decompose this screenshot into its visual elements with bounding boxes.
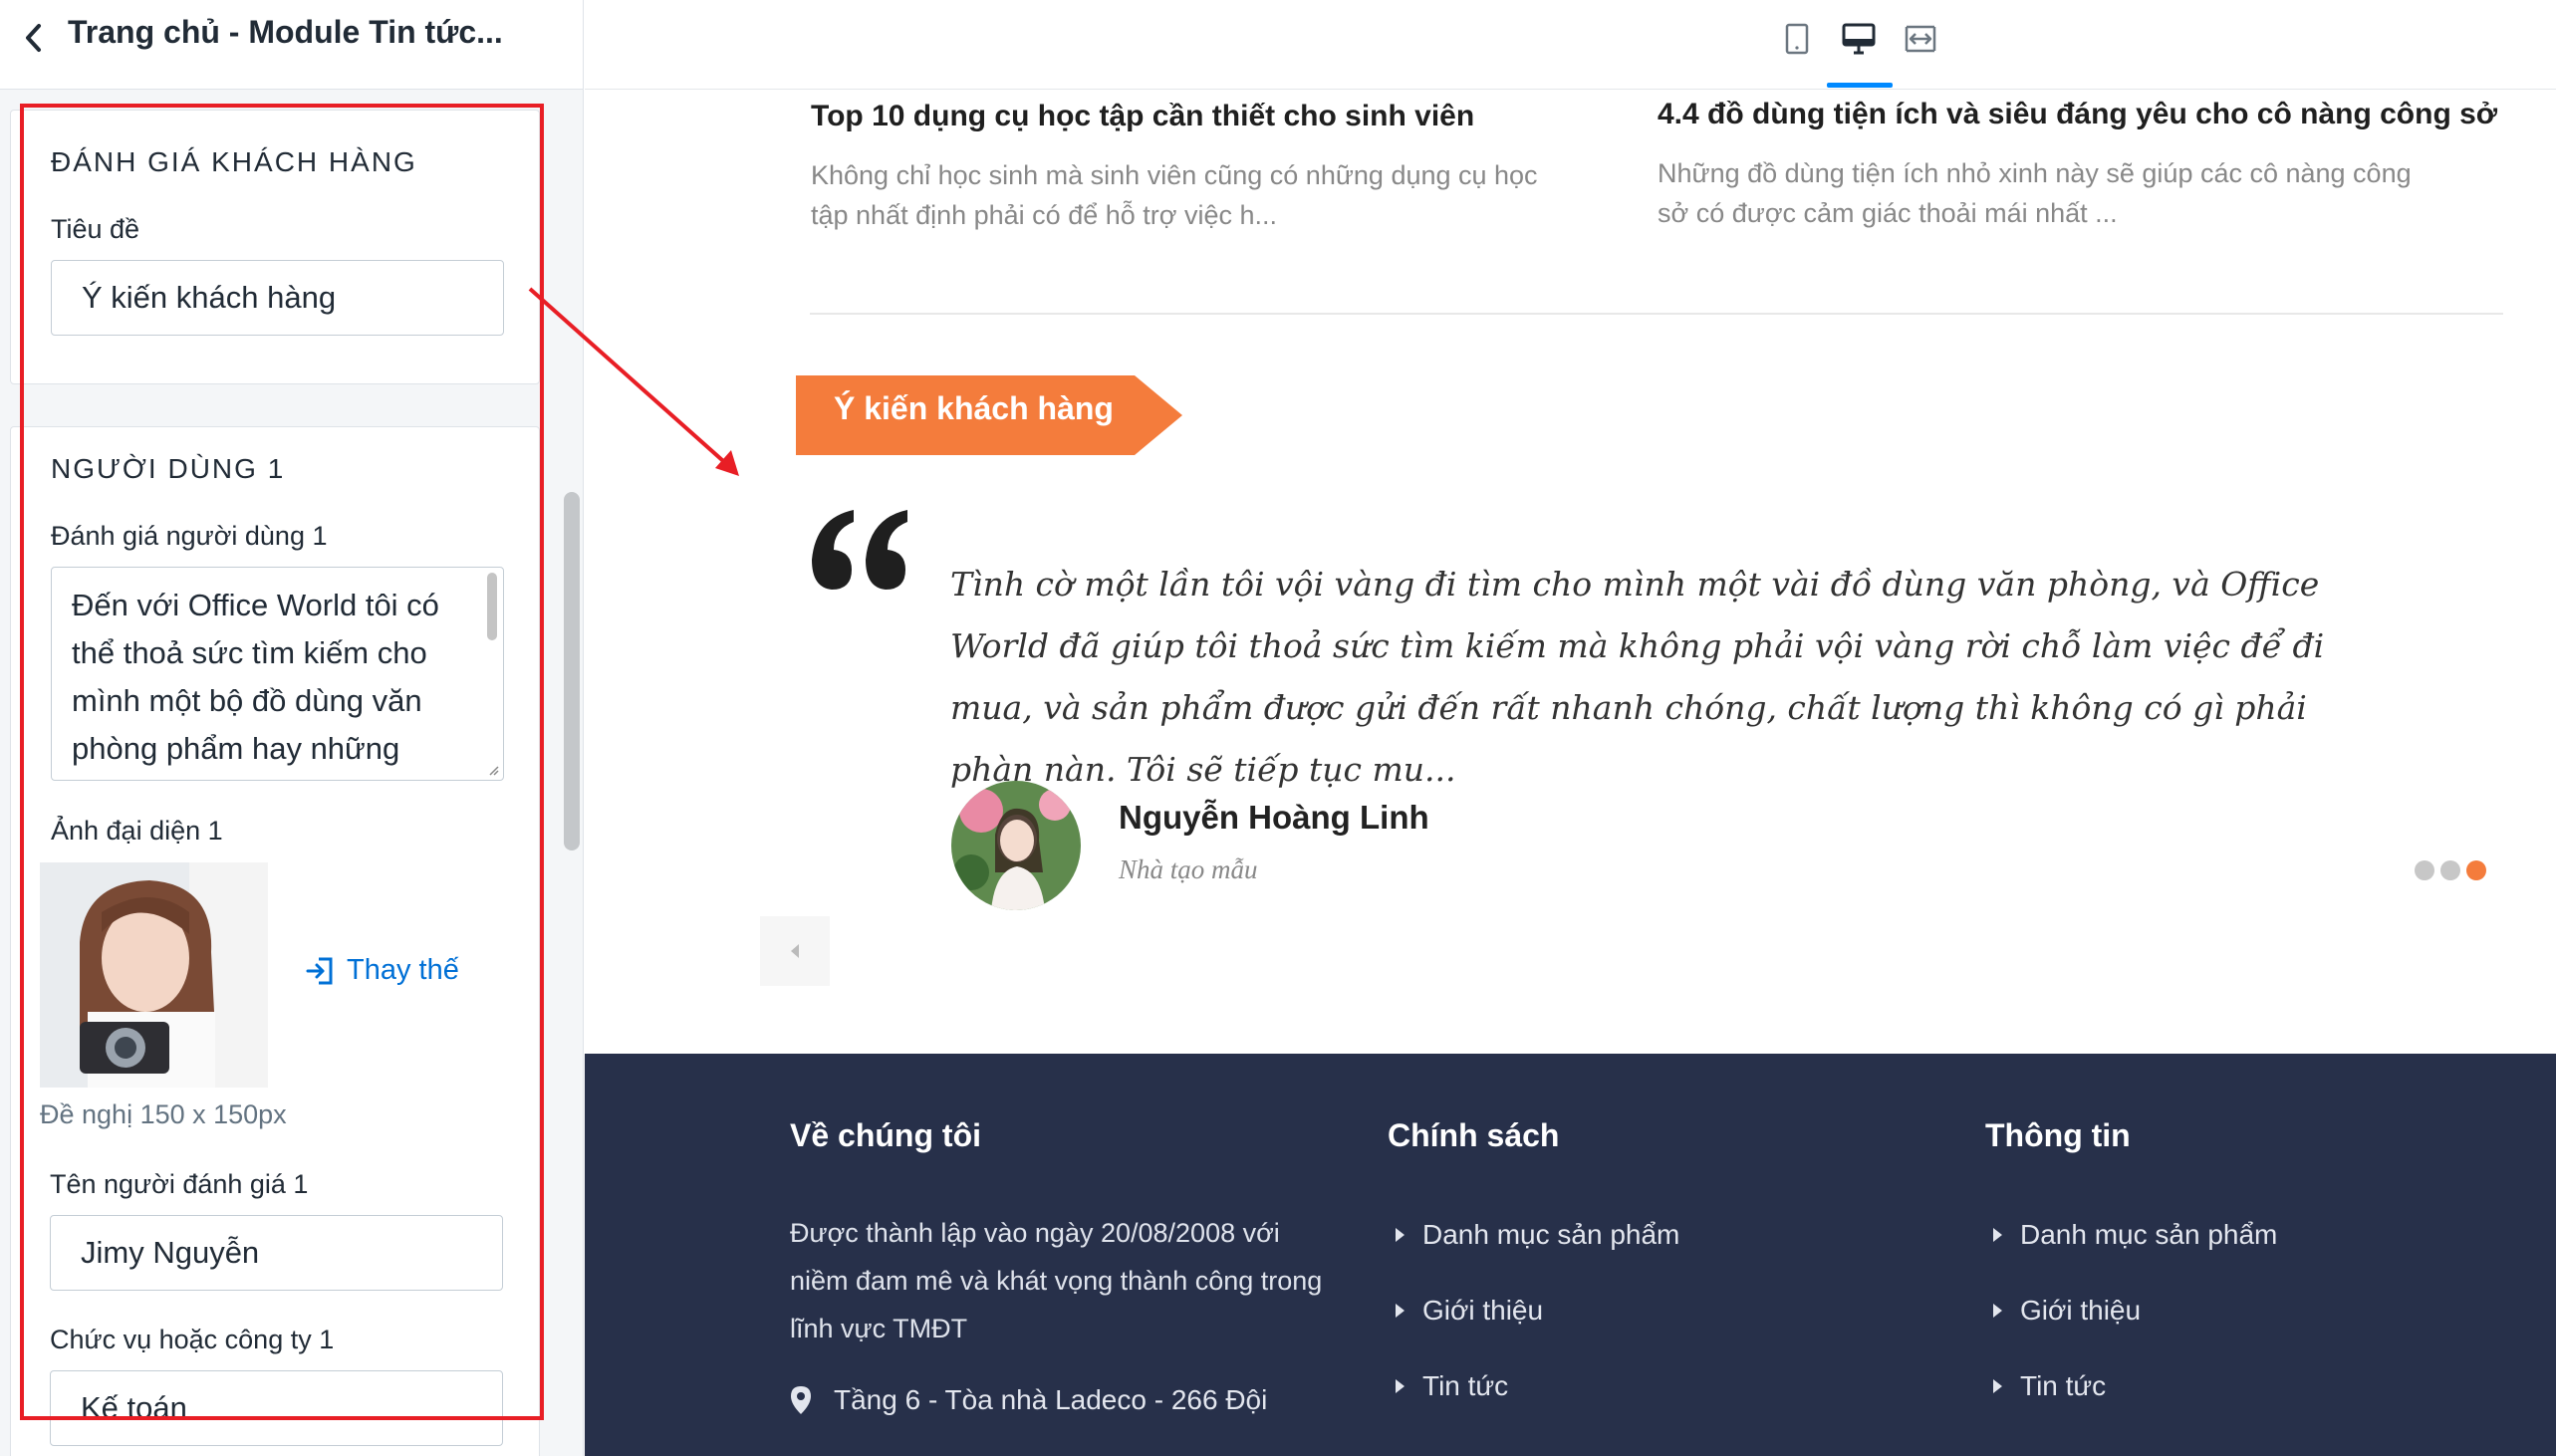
- reviewer-name-label: Tên người đánh giá 1: [50, 1169, 309, 1199]
- footer-about-heading: Về chúng tôi: [790, 1117, 981, 1153]
- caret-left-icon: [791, 944, 799, 958]
- replace-image-button[interactable]: Thay thế: [305, 954, 459, 987]
- footer-link-label: Giới thiệu: [2020, 1295, 2142, 1326]
- footer-link-label: Danh mục sản phẩm: [1422, 1219, 1680, 1250]
- avatar-photo: [40, 862, 268, 1088]
- review-label: Đánh giá người dùng 1: [51, 521, 328, 551]
- settings-sidebar: Trang chủ - Module Tin tức... ĐÁNH GIÁ K…: [0, 0, 584, 1456]
- slider-dot-2[interactable]: [2440, 860, 2460, 880]
- fullwidth-icon: [1905, 25, 1936, 53]
- author-role: Nhà tạo mẫu: [1119, 854, 1258, 884]
- caret-right-icon: [1993, 1304, 2002, 1318]
- user1-heading: NGƯỜI DÙNG 1: [51, 453, 286, 484]
- avatar-size-hint: Đề nghị 150 x 150px: [40, 1099, 287, 1129]
- slider-prev-button[interactable]: [760, 916, 830, 986]
- footer-policy-heading: Chính sách: [1388, 1117, 1560, 1153]
- quote-icon: [812, 510, 907, 590]
- page-preview: Top 10 dụng cụ học tập cần thiết cho sin…: [585, 90, 2556, 1054]
- replace-label: Thay thế: [347, 954, 459, 986]
- footer-info-heading: Thông tin: [1985, 1117, 2131, 1153]
- caret-right-icon: [1396, 1304, 1405, 1318]
- preview-toolbar: [585, 0, 2556, 90]
- caret-right-icon: [1993, 1228, 2002, 1242]
- caret-right-icon: [1396, 1379, 1405, 1393]
- footer-link-label: Giới thiệu: [1422, 1295, 1544, 1326]
- footer-address-text: Tầng 6 - Tòa nhà Ladeco - 266 Đội: [834, 1384, 1268, 1415]
- location-pin-icon: [791, 1386, 811, 1414]
- site-footer: Về chúng tôi Được thành lập vào ngày 20/…: [585, 1054, 2556, 1456]
- title-label: Tiêu đề: [51, 214, 140, 244]
- desktop-icon: [1842, 23, 1876, 55]
- position-input[interactable]: [50, 1370, 503, 1446]
- footer-about-text: Được thành lập vào ngày 20/08/2008 với n…: [790, 1218, 1323, 1343]
- active-view-indicator: [1827, 83, 1893, 88]
- author-name: Nguyễn Hoàng Linh: [1119, 799, 1429, 836]
- slider-dot-3[interactable]: [2466, 860, 2486, 880]
- avatar-thumbnail[interactable]: [40, 862, 268, 1088]
- footer-link-label: Tin tức: [1422, 1370, 1509, 1401]
- reviewer-name-input[interactable]: [50, 1215, 503, 1291]
- author-avatar: [951, 781, 1081, 910]
- news-title-2[interactable]: 4.4 đồ dùng tiện ích và siêu đáng yêu ch…: [1658, 98, 2497, 131]
- footer-info-link-3[interactable]: Tin tức: [1993, 1370, 2106, 1402]
- caret-right-icon: [1396, 1228, 1405, 1242]
- news-title-1[interactable]: Top 10 dụng cụ học tập cần thiết cho sin…: [811, 100, 1474, 133]
- avatar-label: Ảnh đại diện 1: [51, 816, 223, 846]
- footer-link-label: Tin tức: [2020, 1370, 2107, 1401]
- author-photo: [951, 781, 1081, 910]
- position-label: Chức vụ hoặc công ty 1: [50, 1325, 335, 1354]
- textarea-scrollbar[interactable]: [487, 573, 497, 640]
- sidebar-header: Trang chủ - Module Tin tức...: [0, 0, 583, 90]
- chevron-left-icon: [26, 24, 41, 52]
- sidebar-title: Trang chủ - Module Tin tức...: [68, 14, 503, 50]
- section-divider: [810, 313, 2503, 315]
- sidebar-scrollbar[interactable]: [564, 492, 580, 850]
- footer-policy-link-3[interactable]: Tin tức: [1396, 1370, 1508, 1402]
- resize-handle-icon[interactable]: [487, 764, 499, 776]
- mobile-icon: [1785, 23, 1809, 55]
- footer-info-link-2[interactable]: Giới thiệu: [1993, 1295, 2141, 1327]
- footer-link-label: Danh mục sản phẩm: [2020, 1219, 2278, 1250]
- testimonial-quote: Tình cờ một lần tôi vội vàng đi tìm cho …: [950, 565, 2325, 789]
- title-input[interactable]: [51, 260, 504, 336]
- review-section-heading: ĐÁNH GIÁ KHÁCH HÀNG: [51, 146, 417, 177]
- news-desc-1: Không chỉ học sinh mà sinh viên cũng có …: [811, 160, 1538, 230]
- footer-address: Tầng 6 - Tòa nhà Ladeco - 266 Đội: [790, 1384, 1267, 1416]
- replace-icon: [306, 957, 333, 984]
- fullwidth-view-button[interactable]: [1896, 14, 1945, 64]
- desktop-view-button[interactable]: [1834, 14, 1884, 64]
- annotation-arrow: [528, 287, 739, 476]
- slider-dot-1[interactable]: [2415, 860, 2434, 880]
- footer-policy-link-1[interactable]: Danh mục sản phẩm: [1396, 1219, 1679, 1251]
- news-desc-2: Những đồ dùng tiện ích nhỏ xinh này sẽ g…: [1658, 158, 2412, 228]
- caret-right-icon: [1993, 1379, 2002, 1393]
- section-title: Ý kiến khách hàng: [834, 390, 1114, 426]
- footer-info-link-1[interactable]: Danh mục sản phẩm: [1993, 1219, 2277, 1251]
- review-textarea[interactable]: Đến với Office World tôi có thể thoả sức…: [51, 567, 504, 781]
- review-section-card: ĐÁNH GIÁ KHÁCH HÀNG Tiêu đề: [10, 110, 540, 384]
- footer-policy-link-2[interactable]: Giới thiệu: [1396, 1295, 1543, 1327]
- mobile-view-button[interactable]: [1772, 14, 1822, 64]
- back-button[interactable]: [14, 18, 54, 58]
